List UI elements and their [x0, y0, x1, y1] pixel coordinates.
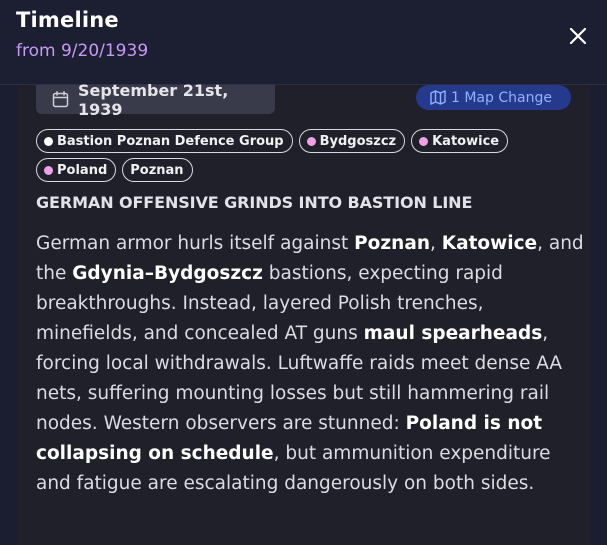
- tag-dot: [44, 165, 53, 175]
- timeline-entry-card: September 21st, 1939 1 Map Change Bastio…: [17, 81, 590, 545]
- tag-dot: [306, 136, 316, 146]
- panel-title: Timeline: [16, 8, 119, 32]
- map-change-label: 1 Map Change: [451, 89, 552, 106]
- tag-label: Poland: [57, 162, 108, 178]
- body-text-segment: ,: [430, 233, 442, 254]
- tag-label: Bydgoszcz: [319, 133, 397, 149]
- entry-body: German armor hurls itself against Poznan…: [36, 229, 584, 499]
- body-bold-segment: maul spearheads: [363, 323, 543, 344]
- tag-poland[interactable]: Poland: [36, 158, 117, 182]
- tag-dot: [419, 136, 429, 146]
- close-button[interactable]: [566, 24, 590, 48]
- body-bold-segment: Katowice: [441, 233, 538, 254]
- entry-date: September 21st, 1939: [78, 80, 229, 119]
- map-icon: [430, 90, 446, 105]
- tag-poznan[interactable]: Poznan: [122, 158, 193, 182]
- tag-katowice[interactable]: Katowice: [411, 129, 509, 153]
- entry-headline: GERMAN OFFENSIVE GRINDS INTO BASTION LIN…: [36, 193, 473, 212]
- map-change-badge[interactable]: 1 Map Change: [416, 85, 571, 110]
- body-bold-segment: Poznan: [354, 233, 430, 254]
- timeline-header: Timeline from 9/20/1939: [0, 0, 607, 85]
- tag-bydgoszcz[interactable]: Bydgoszcz: [298, 129, 406, 153]
- entry-date-pill: September 21st, 1939: [36, 81, 275, 119]
- entry-tags: Bastion Poznan Defence Group Bydgoszcz K…: [36, 129, 576, 187]
- tag-label: Katowice: [432, 133, 500, 149]
- tag-row: Poland Poznan: [36, 158, 576, 182]
- timeline-panel: Timeline from 9/20/1939 September 21st, …: [0, 0, 607, 545]
- tag-bastion-poznan-defence-group[interactable]: Bastion Poznan Defence Group: [36, 129, 293, 153]
- tag-label: Poznan: [130, 162, 184, 178]
- body-bold-segment: Gdynia–Bydgoszcz: [72, 263, 263, 284]
- tag-dot: [44, 136, 53, 146]
- tag-row: Bastion Poznan Defence Group Bydgoszcz K…: [36, 129, 576, 153]
- calendar-icon: [52, 91, 69, 108]
- panel-subtitle: from 9/20/1939: [16, 41, 149, 61]
- close-icon: [569, 27, 587, 45]
- body-text-segment: German armor hurls itself against: [36, 233, 355, 254]
- tag-label: Bastion Poznan Defence Group: [57, 133, 284, 149]
